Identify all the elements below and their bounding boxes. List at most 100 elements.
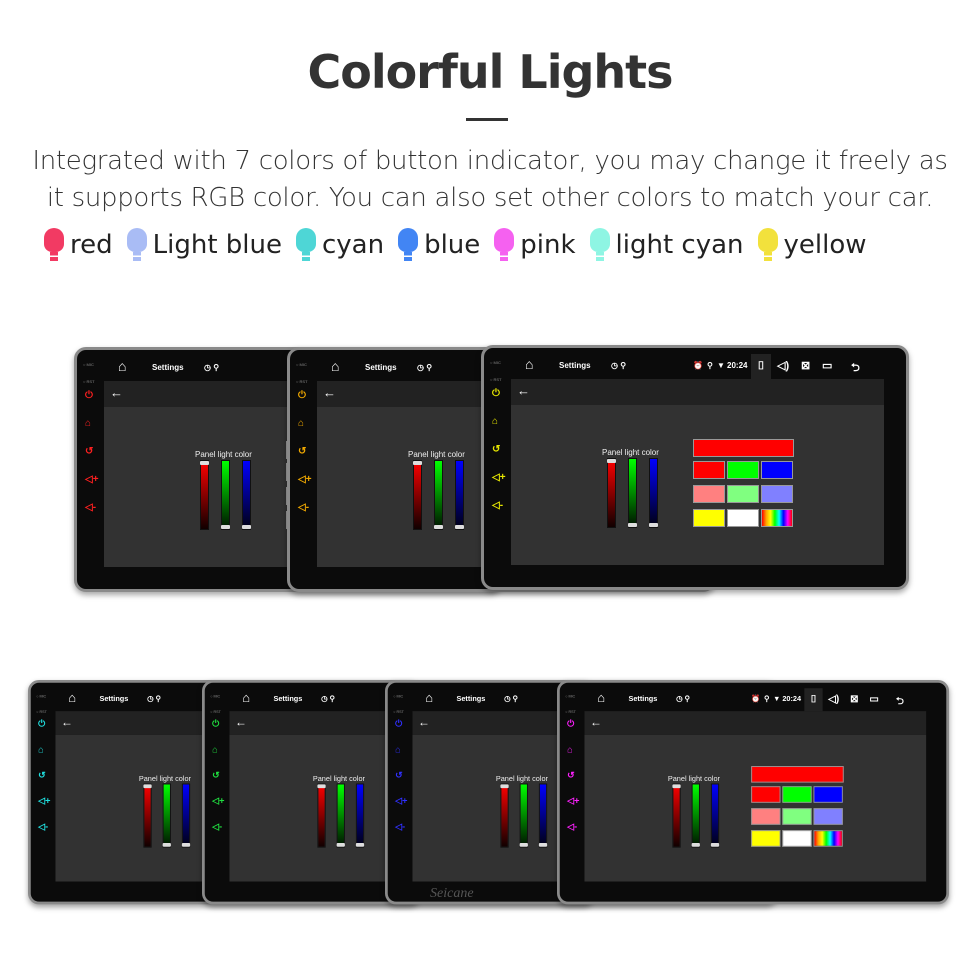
- slider-handle[interactable]: [710, 843, 720, 847]
- slider-handle[interactable]: [455, 525, 464, 529]
- home-button-icon[interactable]: ⌂: [567, 745, 573, 755]
- red-slider[interactable]: [143, 783, 152, 848]
- return-icon[interactable]: ↺: [85, 446, 93, 457]
- return-icon[interactable]: ↺: [298, 446, 306, 457]
- arrow-left-icon[interactable]: ←: [517, 383, 530, 398]
- green-slider[interactable]: [691, 783, 700, 848]
- color-swatch[interactable]: [751, 830, 781, 847]
- volume-down-icon[interactable]: ◁-: [38, 822, 48, 832]
- slider-handle[interactable]: [500, 784, 509, 789]
- slider-handle[interactable]: [672, 784, 681, 789]
- camera-icon[interactable]: ⌷: [804, 688, 823, 712]
- color-swatch[interactable]: [813, 786, 843, 803]
- blue-slider[interactable]: [455, 460, 464, 530]
- red-slider[interactable]: [413, 460, 422, 530]
- home-icon[interactable]: ⌂: [242, 690, 250, 705]
- red-slider[interactable]: [607, 458, 616, 528]
- slider-handle[interactable]: [434, 525, 443, 529]
- return-icon[interactable]: ↺: [212, 771, 220, 781]
- home-icon[interactable]: ⌂: [118, 358, 126, 374]
- blue-slider[interactable]: [181, 783, 191, 848]
- close-window-icon[interactable]: ⊠: [850, 693, 858, 705]
- multiwindow-icon[interactable]: ▭: [869, 693, 879, 705]
- color-swatch[interactable]: [751, 786, 781, 803]
- power-icon[interactable]: ⏻: [212, 719, 219, 729]
- green-slider[interactable]: [162, 783, 171, 848]
- color-swatch[interactable]: [693, 461, 725, 479]
- blue-slider[interactable]: [710, 783, 720, 848]
- slider-handle[interactable]: [162, 843, 171, 847]
- power-icon[interactable]: ⏻: [85, 390, 93, 401]
- back-icon[interactable]: ⮌: [851, 359, 860, 378]
- volume-down-icon[interactable]: ◁-: [298, 502, 309, 513]
- slider-handle[interactable]: [143, 784, 152, 789]
- color-swatch[interactable]: [693, 509, 725, 527]
- home-button-icon[interactable]: ⌂: [85, 418, 91, 429]
- slider-handle[interactable]: [221, 525, 230, 529]
- close-window-icon[interactable]: ⊠: [801, 359, 810, 372]
- slider-handle[interactable]: [242, 525, 251, 529]
- slider-handle[interactable]: [355, 843, 365, 847]
- power-icon[interactable]: ⏻: [395, 719, 402, 729]
- volume-up-icon[interactable]: ◁+: [492, 472, 506, 483]
- home-button-icon[interactable]: ⌂: [38, 745, 44, 755]
- home-button-icon[interactable]: ⌂: [492, 416, 498, 427]
- green-slider[interactable]: [221, 460, 230, 530]
- slider-handle[interactable]: [413, 461, 422, 465]
- home-icon[interactable]: ⌂: [331, 358, 339, 374]
- home-icon[interactable]: ⌂: [525, 356, 533, 372]
- color-swatch[interactable]: [693, 485, 725, 503]
- slider-handle[interactable]: [628, 523, 637, 527]
- home-button-icon[interactable]: ⌂: [212, 745, 218, 755]
- red-slider[interactable]: [200, 460, 209, 530]
- color-swatch[interactable]: [727, 461, 759, 479]
- home-icon[interactable]: ⌂: [597, 690, 605, 705]
- home-button-icon[interactable]: ⌂: [395, 745, 401, 755]
- slider-handle[interactable]: [538, 843, 548, 847]
- return-icon[interactable]: ↺: [395, 771, 403, 781]
- color-swatch[interactable]: [761, 509, 793, 527]
- green-slider[interactable]: [519, 783, 528, 848]
- volume-down-icon[interactable]: ◁-: [567, 822, 577, 832]
- color-swatch[interactable]: [782, 808, 812, 825]
- color-swatch[interactable]: [761, 461, 793, 479]
- red-slider[interactable]: [500, 783, 509, 848]
- volume-up-icon[interactable]: ◁+: [567, 796, 579, 806]
- blue-slider[interactable]: [538, 783, 548, 848]
- green-slider[interactable]: [434, 460, 443, 530]
- color-swatch[interactable]: [782, 786, 812, 803]
- arrow-left-icon[interactable]: ←: [323, 385, 336, 400]
- slider-handle[interactable]: [181, 843, 191, 847]
- color-swatch[interactable]: [751, 808, 781, 825]
- arrow-left-icon[interactable]: ←: [235, 715, 247, 729]
- power-icon[interactable]: ⏻: [492, 388, 500, 399]
- slider-handle[interactable]: [649, 523, 658, 527]
- back-icon[interactable]: ⮌: [896, 693, 904, 710]
- volume-icon[interactable]: ◁): [828, 693, 839, 705]
- volume-up-icon[interactable]: ◁+: [85, 474, 99, 485]
- arrow-left-icon[interactable]: ←: [110, 385, 123, 400]
- power-icon[interactable]: ⏻: [38, 719, 45, 729]
- color-swatch[interactable]: [813, 808, 843, 825]
- arrow-left-icon[interactable]: ←: [418, 715, 430, 729]
- volume-down-icon[interactable]: ◁-: [212, 822, 222, 832]
- return-icon[interactable]: ↺: [492, 444, 500, 455]
- volume-up-icon[interactable]: ◁+: [212, 796, 224, 806]
- power-icon[interactable]: ⏻: [567, 719, 574, 729]
- blue-slider[interactable]: [355, 783, 365, 848]
- green-slider[interactable]: [628, 458, 637, 528]
- volume-up-icon[interactable]: ◁+: [38, 796, 50, 806]
- slider-handle[interactable]: [317, 784, 326, 789]
- power-icon[interactable]: ⏻: [298, 390, 306, 401]
- green-slider[interactable]: [336, 783, 345, 848]
- volume-down-icon[interactable]: ◁-: [395, 822, 405, 832]
- volume-up-icon[interactable]: ◁+: [395, 796, 407, 806]
- color-swatch[interactable]: [813, 830, 843, 847]
- slider-handle[interactable]: [336, 843, 345, 847]
- red-slider[interactable]: [672, 783, 681, 848]
- volume-up-icon[interactable]: ◁+: [298, 474, 312, 485]
- home-button-icon[interactable]: ⌂: [298, 418, 304, 429]
- multiwindow-icon[interactable]: ▭: [822, 359, 832, 372]
- arrow-left-icon[interactable]: ←: [590, 715, 602, 729]
- blue-slider[interactable]: [649, 458, 658, 528]
